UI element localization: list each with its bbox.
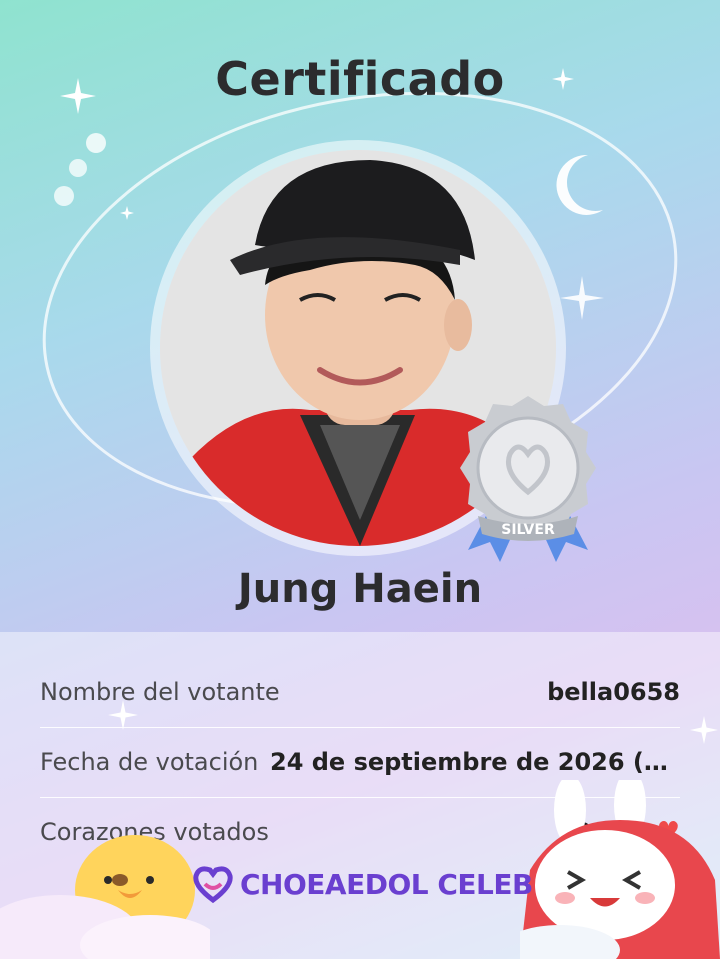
silver-badge-icon: SILVER — [460, 396, 596, 562]
date-value: 24 de septiembre de 2026 (K… — [270, 748, 680, 776]
moon-icon — [556, 154, 603, 215]
date-label: Fecha de votación — [40, 748, 259, 776]
badge-label: SILVER — [501, 522, 555, 538]
certificate-card: Certificado SILVER Jung Haein Nombre del… — [0, 0, 720, 959]
bunny-mascot-icon — [520, 780, 720, 959]
chick-mascot-icon — [0, 835, 210, 959]
voter-row: Nombre del votante bella0658 — [40, 657, 680, 727]
certificate-title: Certificado — [215, 52, 505, 106]
voter-label: Nombre del votante — [40, 678, 280, 706]
brand-name: CHOEAEDOL CELEB — [240, 867, 533, 901]
voter-value: bella0658 — [547, 678, 680, 706]
celebrity-name: Jung Haein — [237, 566, 483, 612]
sparkle-icon — [120, 206, 134, 220]
brand-logo: CHOEAEDOL CELEB — [190, 862, 533, 906]
sparkle-icon — [560, 276, 604, 320]
heart-logo-icon — [193, 866, 233, 904]
